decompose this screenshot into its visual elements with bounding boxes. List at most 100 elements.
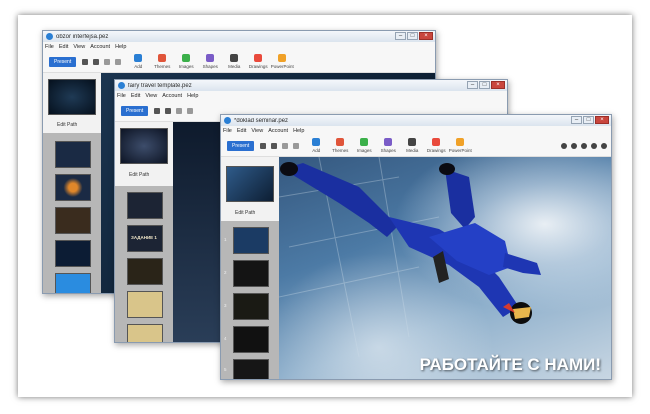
maximize-button[interactable]: □ (479, 81, 490, 89)
edit-path-button[interactable]: Edit Path (235, 210, 255, 216)
add-button[interactable]: Add (304, 138, 328, 153)
undo-icon[interactable] (104, 58, 111, 65)
slide-thumb-5[interactable] (127, 291, 163, 318)
app-icon (224, 117, 231, 124)
slide-sidebar: Edit Path ЗАДАНИЕ 1 (115, 122, 173, 342)
media-button[interactable]: Media (400, 138, 424, 153)
powerpoint-button[interactable]: PowerPoint (270, 54, 294, 69)
menu-edit[interactable]: Edit (59, 44, 68, 50)
save-icon[interactable] (93, 58, 100, 65)
slide-thumb-4[interactable] (127, 258, 163, 285)
close-button[interactable]: × (491, 81, 505, 89)
images-button[interactable]: Images (174, 54, 198, 69)
save-icon[interactable] (165, 107, 172, 114)
slide-canvas[interactable]: РАБОТАЙТЕ С НАМИ! (279, 157, 611, 379)
close-button[interactable]: × (419, 32, 433, 40)
window-title: fairy travel template.pez (128, 82, 192, 89)
present-button[interactable]: Present (227, 140, 255, 151)
maximize-button[interactable]: □ (583, 116, 594, 124)
plus-icon (312, 138, 321, 146)
media-button[interactable]: Media (222, 54, 246, 69)
minimize-button[interactable]: – (395, 32, 406, 40)
powerpoint-icon (278, 54, 287, 62)
images-button[interactable]: Images (352, 138, 376, 153)
toolbar: Present Add Themes Images Shapes Media D… (43, 51, 435, 73)
menu-account[interactable]: Account (268, 128, 288, 134)
slide-thumb-4[interactable] (233, 293, 269, 320)
settings-icon[interactable] (581, 142, 587, 149)
drawing-icon (254, 54, 263, 62)
menu-edit[interactable]: Edit (131, 93, 140, 99)
new-icon[interactable] (82, 58, 89, 65)
shapes-button[interactable]: Shapes (376, 138, 400, 153)
close-button[interactable]: × (595, 116, 609, 124)
new-icon[interactable] (154, 107, 161, 114)
themes-icon (336, 138, 345, 146)
slide-thumb-3[interactable]: ЗАДАНИЕ 1 (127, 225, 163, 252)
themes-icon (158, 54, 167, 62)
present-button[interactable]: Present (49, 56, 77, 67)
themes-button[interactable]: Themes (150, 54, 174, 69)
shapes-button[interactable]: Shapes (198, 54, 222, 69)
redo-icon[interactable] (187, 107, 194, 114)
menu-view[interactable]: View (145, 93, 157, 99)
image-icon (182, 54, 191, 62)
slide-thumb-2[interactable] (55, 141, 91, 168)
powerpoint-icon (456, 138, 465, 146)
exit-icon[interactable] (601, 142, 607, 149)
menu-file[interactable]: File (45, 44, 54, 50)
drawings-button[interactable]: Drawings (424, 138, 448, 153)
help-icon[interactable] (591, 142, 597, 149)
window-title: obzor interfejsa.pez (56, 33, 109, 40)
redo-icon[interactable] (293, 142, 300, 149)
minimize-button[interactable]: – (467, 81, 478, 89)
slide-sidebar: Edit Path 1 2 3 4 5 (221, 157, 279, 379)
powerpoint-button[interactable]: PowerPoint (448, 138, 472, 153)
slide-thumb-2[interactable] (233, 227, 269, 254)
new-icon[interactable] (260, 142, 267, 149)
slide-thumb-3[interactable] (233, 260, 269, 287)
themes-button[interactable]: Themes (328, 138, 352, 153)
slide-number: 4 (224, 336, 227, 341)
slide-thumb-2[interactable] (127, 192, 163, 219)
menu-file[interactable]: File (223, 128, 232, 134)
menu-help[interactable]: Help (187, 93, 198, 99)
slide-thumb-1[interactable] (226, 166, 274, 202)
edit-path-button[interactable]: Edit Path (57, 122, 77, 128)
slide-thumb-5[interactable] (55, 240, 91, 267)
minimize-button[interactable]: – (571, 116, 582, 124)
menu-help[interactable]: Help (293, 128, 304, 134)
share-icon[interactable] (561, 142, 567, 149)
menu-file[interactable]: File (117, 93, 126, 99)
slide-thumb-1[interactable] (48, 79, 96, 115)
slide-thumb-6[interactable] (55, 273, 91, 293)
redo-icon[interactable] (115, 58, 122, 65)
toolbar: Present Add Themes Images Shapes Media D… (221, 135, 611, 157)
undo-icon[interactable] (282, 142, 289, 149)
save-icon[interactable] (271, 142, 278, 149)
app-icon (118, 82, 125, 89)
menu-view[interactable]: View (251, 128, 263, 134)
slide-number: 5 (224, 367, 227, 372)
menu-view[interactable]: View (73, 44, 85, 50)
add-button[interactable]: Add (126, 54, 150, 69)
print-icon[interactable] (571, 142, 577, 149)
menu-account[interactable]: Account (162, 93, 182, 99)
slide-thumb-5[interactable] (233, 326, 269, 353)
drawings-button[interactable]: Drawings (246, 54, 270, 69)
menu-account[interactable]: Account (90, 44, 110, 50)
edit-path-button[interactable]: Edit Path (129, 172, 149, 178)
slide-thumb-1[interactable] (120, 128, 168, 164)
slide-thumb-6[interactable] (233, 359, 269, 379)
maximize-button[interactable]: □ (407, 32, 418, 40)
menu-edit[interactable]: Edit (237, 128, 246, 134)
present-button[interactable]: Present (121, 105, 149, 116)
slide-thumb-3[interactable] (55, 174, 91, 201)
slide-thumb-4[interactable] (55, 207, 91, 234)
slide-number: 2 (224, 270, 227, 275)
menu-help[interactable]: Help (115, 44, 126, 50)
film-icon (408, 138, 417, 146)
slide-banner-text: РАБОТАЙТЕ С НАМИ! (419, 355, 601, 374)
undo-icon[interactable] (176, 107, 183, 114)
slide-thumb-6[interactable] (127, 324, 163, 342)
